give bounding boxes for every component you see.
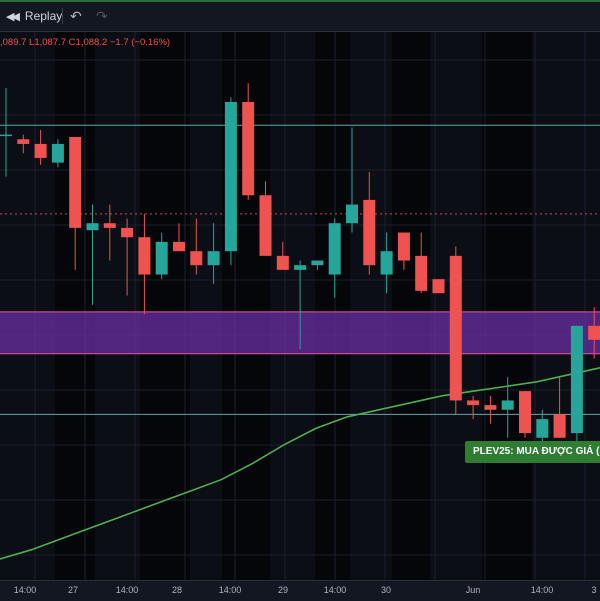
candle-body [103, 223, 116, 228]
time-axis-label: 14:00 [530, 585, 554, 595]
candle-body [294, 265, 307, 270]
time-axis-label: 14:00 [323, 585, 347, 595]
candle-body [51, 143, 64, 163]
time-axis-label: 14:00 [115, 585, 139, 595]
session-band [482, 32, 532, 580]
candle-body [207, 251, 220, 266]
candle-body [363, 199, 376, 266]
time-axis-label: Jun [465, 585, 481, 595]
toolbar-divider [62, 8, 63, 24]
candle-body [155, 241, 168, 275]
price-chart[interactable] [0, 32, 600, 580]
candle-body [0, 134, 12, 137]
candle-body [328, 223, 341, 275]
time-axis[interactable] [0, 580, 600, 601]
candle-body [415, 255, 428, 291]
candle-body [570, 325, 583, 434]
candle-body [519, 391, 531, 434]
skip-back-icon: ◀◀ [6, 10, 20, 23]
redo-icon[interactable]: ↷ [96, 6, 108, 26]
session-band [140, 32, 190, 580]
trade-marker-label[interactable]: PLEV25: MUA ĐƯỢC GIÁ ( [465, 441, 600, 463]
undo-icon[interactable]: ↶ [70, 6, 82, 26]
candle-body [86, 223, 99, 231]
time-axis-label: 14:00 [13, 585, 37, 595]
time-axis-label: 27 [67, 585, 79, 595]
time-axis-label: 30 [380, 585, 392, 595]
candle-up [224, 97, 237, 266]
time-axis-label: 14:00 [218, 585, 242, 595]
candle-body [17, 139, 30, 144]
candle-body [224, 101, 237, 252]
candle-body [311, 260, 324, 266]
candle-body [346, 204, 358, 224]
candle-body [536, 419, 549, 438]
candle-down [519, 391, 531, 438]
candle-body [173, 241, 185, 252]
session-band [392, 32, 430, 580]
candle-body [259, 195, 272, 256]
candle-body [467, 400, 480, 406]
candle-body [121, 227, 134, 238]
candle-body [484, 405, 497, 410]
candle-body [69, 136, 82, 228]
time-axis-label: 3 [591, 585, 597, 595]
candle-body [276, 255, 289, 270]
candle-body [501, 400, 514, 410]
candle-body [588, 325, 600, 340]
session-band [315, 32, 350, 580]
toolbar-accent-line [0, 0, 600, 2]
ohlc-legend: ,089.7 L1,087.7 C1,088.2 −1.7 (−0.16%) [0, 37, 171, 48]
candle-body [449, 255, 462, 401]
candle-body [34, 143, 47, 158]
time-axis-label: 28 [171, 585, 183, 595]
candle-body [138, 237, 151, 275]
candle-body [190, 251, 203, 266]
candle-body [242, 101, 255, 196]
replay-label: Replay [24, 9, 63, 23]
candle-body [380, 251, 393, 275]
candle-body [397, 232, 410, 261]
replay-button[interactable]: ◀◀ Replay [6, 6, 62, 26]
candle-down [449, 246, 462, 415]
candle-body [553, 414, 566, 438]
replay-toolbar: ◀◀ Replay ↶ ↷ [0, 0, 600, 32]
time-axis-label: 29 [277, 585, 289, 595]
candle-down [432, 279, 445, 294]
session-band [55, 32, 95, 580]
candle-body [432, 279, 445, 294]
